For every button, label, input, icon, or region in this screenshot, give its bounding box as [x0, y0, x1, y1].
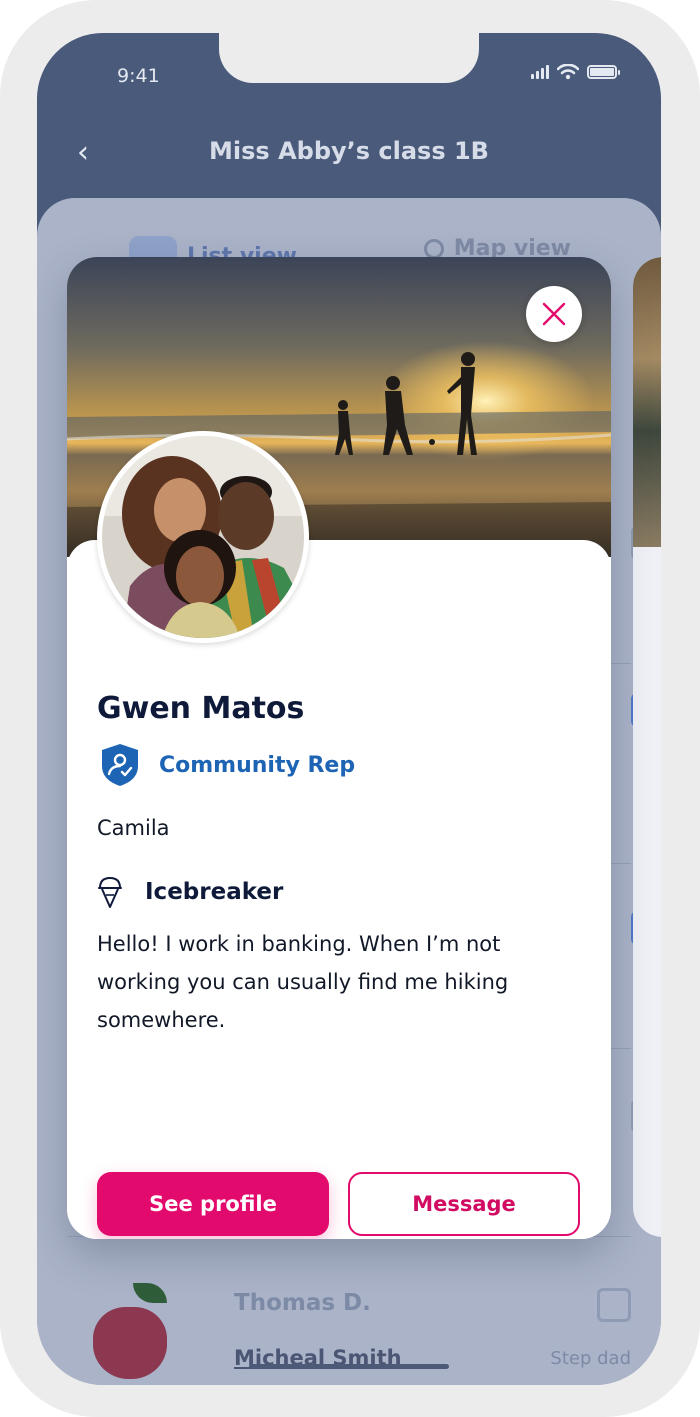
avatar [81, 1283, 181, 1383]
next-card-image [633, 257, 661, 547]
community-rep-badge-icon [102, 744, 138, 786]
status-time: 9:41 [117, 65, 160, 87]
profile-card: Gwen Matos Community Rep Camila Icebreak… [67, 257, 611, 1239]
profile-name: Gwen Matos [97, 691, 305, 726]
page-title: Miss Abby’s class 1B [209, 137, 489, 165]
ice-cream-icon [98, 876, 122, 908]
message-button[interactable]: Message [348, 1172, 580, 1236]
family-photo [102, 436, 304, 638]
next-profile-card-peek[interactable] [633, 257, 661, 1237]
status-icons [531, 64, 620, 80]
child-name: Camila [97, 816, 170, 840]
apple-icon [93, 1307, 167, 1379]
list-item-name: Thomas D. [234, 1290, 371, 1316]
see-profile-button[interactable]: See profile [97, 1172, 329, 1236]
icebreaker-label: Icebreaker [145, 879, 284, 905]
icebreaker-heading: Icebreaker [97, 875, 283, 909]
close-button[interactable] [526, 286, 582, 342]
close-icon [542, 302, 566, 326]
avatar [97, 431, 309, 643]
battery-icon [587, 65, 620, 79]
role-badge: Community Rep [97, 742, 355, 788]
camera-notch [219, 33, 479, 83]
role-label: Community Rep [159, 752, 356, 778]
apple-leaf [133, 1283, 167, 1303]
home-indicator [249, 1364, 449, 1369]
icebreaker-text: Hello! I work in banking. When I’m not w… [97, 932, 509, 1032]
wifi-icon [557, 64, 579, 80]
device-frame: 9:41 ‹ Miss Abby’s class 1B List view Ma… [0, 0, 700, 1417]
phone-screen: 9:41 ‹ Miss Abby’s class 1B List view Ma… [37, 33, 661, 1385]
list-item-checkbox[interactable] [597, 1288, 631, 1322]
list-item-role: Step dad [550, 1348, 631, 1369]
map-pin-icon [423, 238, 444, 259]
signal-icon [531, 65, 549, 79]
